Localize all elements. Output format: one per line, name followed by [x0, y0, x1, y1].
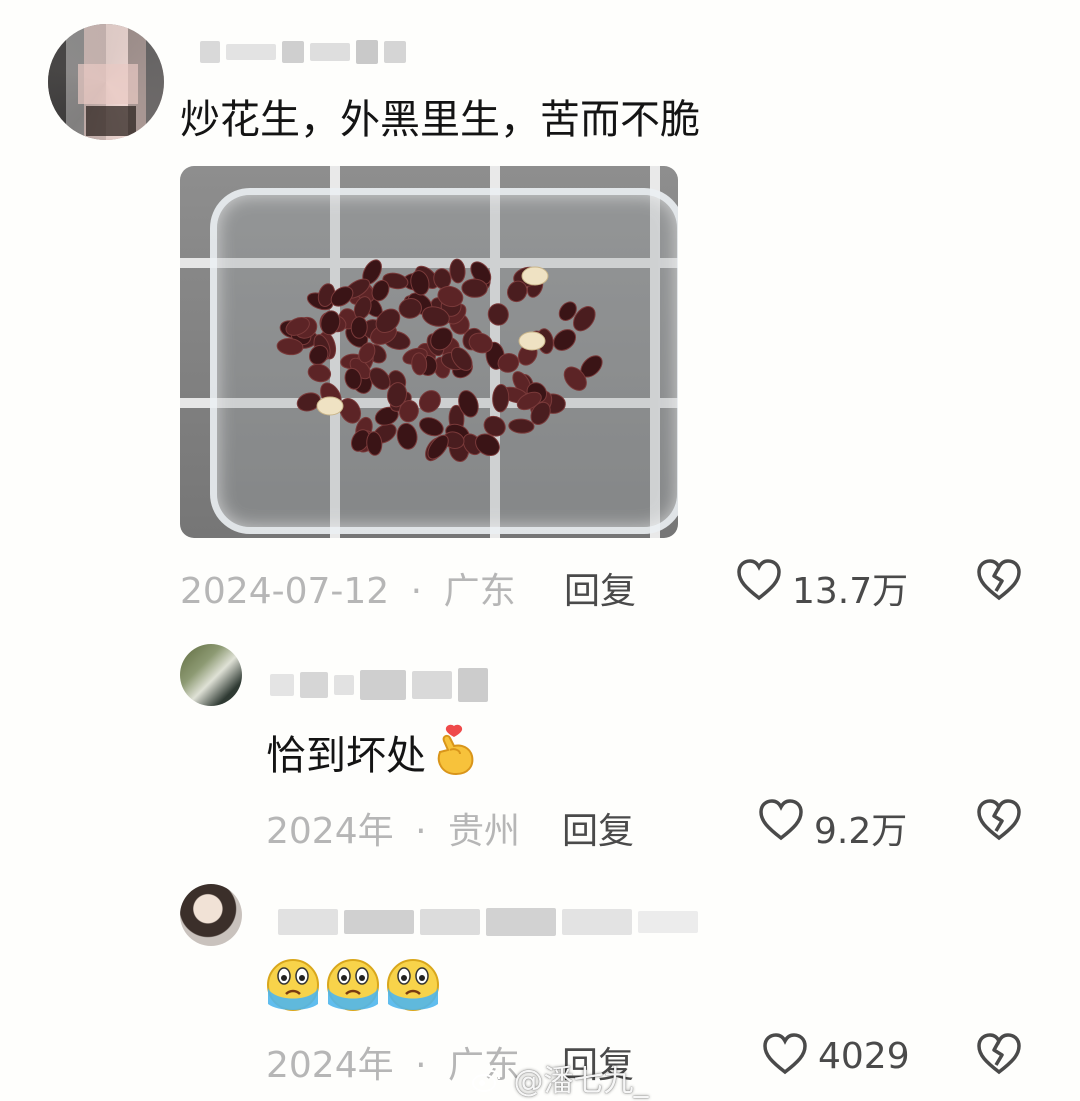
crying-face-emoji-icon — [327, 959, 379, 1011]
comment-date: 2024年 — [266, 1045, 394, 1086]
comment-photo[interactable] — [180, 166, 678, 538]
finger-heart-emoji-icon — [432, 724, 476, 787]
reply-comment: 恰到坏处 — [266, 724, 476, 787]
broken-heart-icon[interactable] — [976, 798, 1022, 842]
watermark-text: @潘七九_ — [513, 1064, 649, 1099]
meta-separator: · — [415, 1045, 427, 1086]
comment-date: 2024-07-12 — [180, 571, 390, 612]
avatar[interactable] — [48, 24, 164, 140]
emoji-row — [264, 954, 442, 1012]
broken-heart-icon[interactable] — [976, 1032, 1022, 1076]
watermark: @潘七九_ — [472, 1056, 649, 1100]
username[interactable] — [278, 908, 698, 936]
comment-date: 2024年 — [266, 811, 394, 852]
comment-location: 广东 — [443, 571, 516, 612]
comment-text: 炒花生，外黑里生，苦而不脆 — [180, 97, 700, 143]
reply-button[interactable]: 回复 — [562, 802, 634, 854]
reply-button[interactable]: 回复 — [564, 562, 636, 614]
like-count: 13.7万 — [792, 571, 909, 612]
comment-text: 恰到坏处 — [266, 732, 426, 779]
comment-location: 贵州 — [447, 811, 520, 852]
comment-meta: 2024年 · 贵州 — [266, 802, 520, 854]
avatar[interactable] — [180, 644, 242, 706]
like-count: 4029 — [818, 1036, 910, 1077]
peanuts-image — [276, 258, 603, 463]
like-count: 9.2万 — [814, 811, 908, 852]
avatar[interactable] — [180, 884, 242, 946]
heart-outline-icon[interactable] — [758, 798, 804, 842]
weibo-logo-icon — [472, 1065, 500, 1100]
username[interactable] — [270, 668, 488, 702]
heart-outline-icon[interactable] — [762, 1032, 808, 1076]
comment-meta: 2024-07-12 · 广东 — [180, 562, 516, 614]
broken-heart-icon[interactable] — [976, 558, 1022, 602]
meta-separator: · — [410, 571, 423, 612]
crying-face-emoji-icon — [387, 959, 439, 1011]
crying-face-emoji-icon — [267, 959, 319, 1011]
username[interactable] — [200, 40, 406, 64]
meta-separator: · — [415, 811, 427, 852]
heart-outline-icon[interactable] — [736, 558, 782, 602]
